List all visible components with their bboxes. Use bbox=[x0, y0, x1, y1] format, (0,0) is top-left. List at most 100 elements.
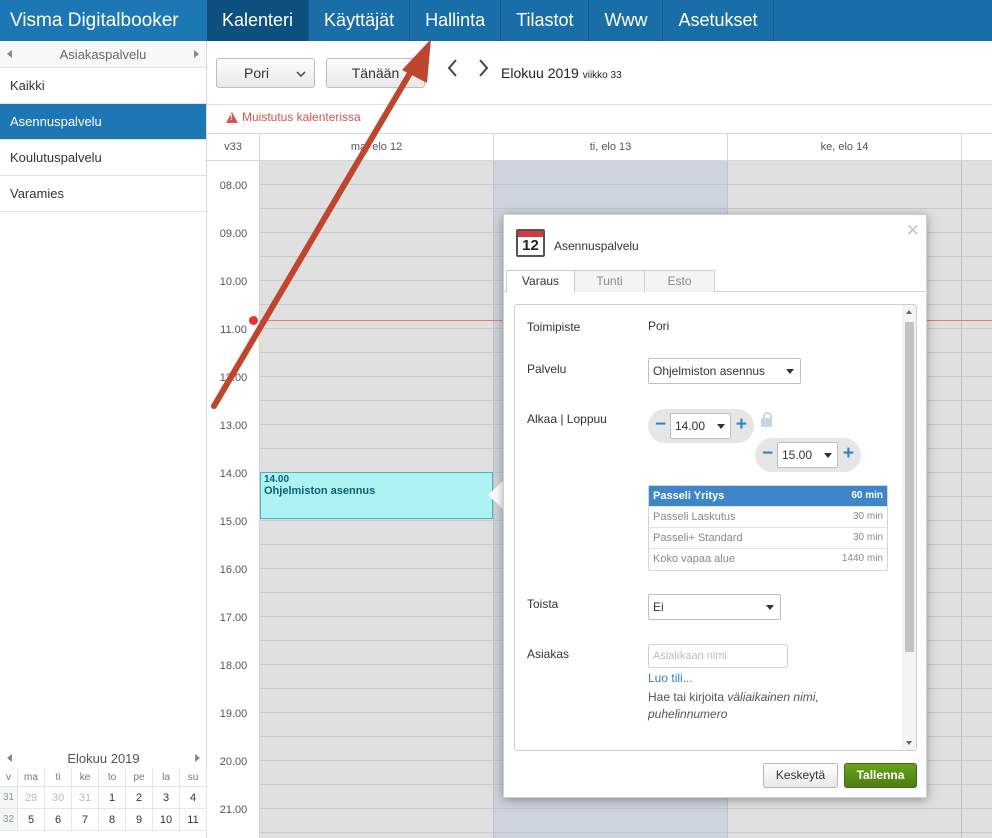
next-month-icon[interactable] bbox=[195, 754, 200, 762]
nav-asetukset[interactable]: Asetukset bbox=[663, 0, 774, 41]
mini-day[interactable]: 8 bbox=[99, 809, 126, 831]
service-name: Passeli Yritys bbox=[653, 490, 725, 502]
mini-day[interactable]: 31 bbox=[72, 787, 99, 809]
event-time: 14.00 bbox=[264, 474, 290, 485]
time-label: 08.00 bbox=[219, 180, 248, 192]
mini-day-header: la bbox=[153, 769, 180, 787]
service-select[interactable]: Ohjelmiston asennus bbox=[648, 358, 801, 384]
calendar-event[interactable]: 14.00 Ohjelmiston asennus bbox=[260, 472, 493, 519]
mini-day[interactable]: 2 bbox=[126, 787, 153, 809]
sidebar-item-varamies[interactable]: Varamies bbox=[0, 176, 206, 212]
customer-label: Asiakas bbox=[527, 647, 570, 661]
current-date-title: Elokuu 2019 viikko 33 bbox=[501, 65, 622, 81]
calendar-icon: 12 bbox=[516, 229, 545, 257]
service-name: Koko vapaa alue bbox=[653, 553, 735, 565]
prev-week-icon[interactable] bbox=[445, 57, 459, 79]
tab-tunti[interactable]: Tunti bbox=[574, 270, 645, 292]
reminder-notice[interactable]: Muistutus kalenterissa bbox=[226, 110, 361, 124]
service-duration: 60 min bbox=[851, 490, 883, 501]
mini-day[interactable]: 3 bbox=[153, 787, 180, 809]
time-range-label: Alkaa | Loppuu bbox=[527, 412, 607, 426]
sidebar-item-asennuspalvelu[interactable]: Asennuspalvelu bbox=[0, 104, 206, 140]
start-time-select[interactable]: 14.00 bbox=[670, 413, 731, 439]
mini-day[interactable]: 6 bbox=[45, 809, 72, 831]
mini-day[interactable]: 30 bbox=[45, 787, 72, 809]
calendar-toolbar: Pori Tänään Elokuu 2019 viikko 33 bbox=[207, 41, 992, 105]
mini-day-header: ke bbox=[72, 769, 99, 787]
time-label: 16.00 bbox=[219, 564, 248, 576]
location-value: Pori bbox=[648, 319, 670, 333]
next-week-icon[interactable] bbox=[477, 57, 491, 79]
service-option[interactable]: Koko vapaa alue 1440 min bbox=[649, 549, 887, 570]
chevron-down-icon bbox=[824, 453, 832, 458]
tab-esto[interactable]: Esto bbox=[644, 270, 715, 292]
time-label: 13.00 bbox=[219, 420, 248, 432]
scroll-up-icon[interactable] bbox=[906, 310, 912, 314]
sidebar-item-koulutuspalvelu[interactable]: Koulutuspalvelu bbox=[0, 140, 206, 176]
service-option[interactable]: Passeli Yritys 60 min bbox=[649, 486, 887, 507]
plus-icon[interactable]: + bbox=[736, 414, 747, 436]
service-duration: 30 min bbox=[852, 511, 883, 522]
end-time-select[interactable]: 15.00 bbox=[777, 442, 838, 468]
nav-tilastot[interactable]: Tilastot bbox=[501, 0, 590, 41]
mini-day[interactable]: 4 bbox=[180, 787, 207, 809]
service-name: Passeli+ Standard bbox=[653, 532, 743, 544]
scrollbar-thumb[interactable] bbox=[905, 322, 914, 652]
service-label: Palvelu bbox=[527, 362, 567, 376]
mini-day[interactable]: 1 bbox=[99, 787, 126, 809]
lock-icon[interactable] bbox=[761, 412, 772, 427]
mini-day[interactable]: 11 bbox=[180, 809, 207, 831]
plus-icon[interactable]: + bbox=[843, 443, 854, 465]
nav-kalenteri[interactable]: Kalenteri bbox=[207, 0, 310, 41]
time-label: 15.00 bbox=[219, 516, 248, 528]
mini-day-header: ti bbox=[45, 769, 72, 787]
nav-www[interactable]: Www bbox=[589, 0, 664, 41]
popup-pointer bbox=[488, 480, 504, 510]
popup-scrollbar[interactable] bbox=[902, 305, 916, 750]
location-select[interactable]: Pori bbox=[216, 58, 315, 88]
prev-month-icon[interactable] bbox=[7, 754, 12, 762]
service-option[interactable]: Passeli Laskutus 30 min bbox=[649, 507, 887, 528]
time-label: 21.00 bbox=[219, 804, 248, 816]
scroll-down-icon[interactable] bbox=[906, 741, 912, 745]
day-header-tue[interactable]: ti, elo 13 bbox=[494, 134, 728, 160]
close-icon[interactable]: ✕ bbox=[906, 221, 920, 241]
mini-day[interactable]: 10 bbox=[153, 809, 180, 831]
event-title: Ohjelmiston asennus bbox=[264, 485, 376, 497]
mini-week-number[interactable]: 32 bbox=[0, 809, 18, 831]
nav-hallinta[interactable]: Hallinta bbox=[410, 0, 502, 41]
sidebar-group-label: Asiakaspalvelu bbox=[59, 46, 147, 62]
next-group-icon[interactable] bbox=[194, 50, 199, 58]
calendar-icon-day: 12 bbox=[522, 237, 539, 254]
today-button[interactable]: Tänään bbox=[326, 58, 425, 88]
cancel-button[interactable]: Keskeytä bbox=[763, 763, 838, 788]
mini-day[interactable]: 5 bbox=[18, 809, 45, 831]
nav-kayttajat[interactable]: Käyttäjät bbox=[309, 0, 411, 41]
prev-group-icon[interactable] bbox=[7, 50, 12, 58]
time-label: 12.00 bbox=[219, 372, 248, 384]
popup-tabs: Varaus Tunti Esto bbox=[504, 270, 928, 293]
customer-input[interactable]: Asiakkaan nimi bbox=[648, 644, 788, 668]
create-account-link[interactable]: Luo tili... bbox=[648, 671, 693, 685]
mini-day[interactable]: 7 bbox=[72, 809, 99, 831]
sidebar-item-kaikki[interactable]: Kaikki bbox=[0, 68, 206, 104]
tab-varaus[interactable]: Varaus bbox=[506, 270, 575, 293]
mini-week-number[interactable]: 31 bbox=[0, 787, 18, 809]
mini-calendar: Elokuu 2019 v ma ti ke to pe la su 31 29… bbox=[0, 747, 207, 831]
save-button[interactable]: Tallenna bbox=[844, 763, 917, 788]
mini-calendar-title: Elokuu 2019 bbox=[67, 750, 140, 766]
day-header-mon[interactable]: ma, elo 12 bbox=[260, 134, 494, 160]
mini-day[interactable]: 9 bbox=[126, 809, 153, 831]
app-title[interactable]: Visma Digitalbooker bbox=[0, 0, 207, 41]
sidebar-group-selector: Asiakaspalvelu bbox=[0, 41, 206, 68]
day-header-wed[interactable]: ke, elo 14 bbox=[728, 134, 962, 160]
mini-day[interactable]: 29 bbox=[18, 787, 45, 809]
top-navigation: Visma Digitalbooker Kalenteri Käyttäjät … bbox=[0, 0, 992, 41]
minus-icon[interactable]: − bbox=[655, 414, 666, 436]
minus-icon[interactable]: − bbox=[762, 443, 773, 465]
repeat-select[interactable]: Ei bbox=[648, 594, 781, 620]
chevron-down-icon bbox=[786, 369, 794, 374]
mini-day-header: pe bbox=[126, 769, 153, 787]
chevron-down-icon bbox=[296, 71, 306, 77]
service-option[interactable]: Passeli+ Standard 30 min bbox=[649, 528, 887, 549]
